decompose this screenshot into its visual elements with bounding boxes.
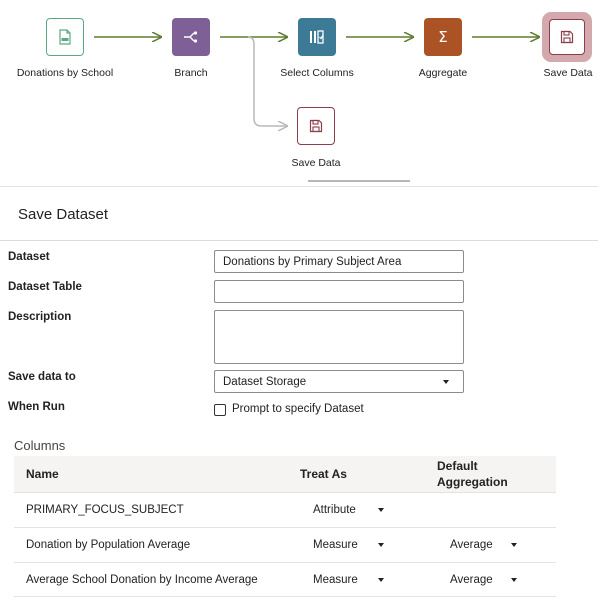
prompt-dataset-label[interactable]: Prompt to specify Dataset xyxy=(232,403,364,415)
description-label: Description xyxy=(8,311,72,323)
column-name: Average School Donation by Income Averag… xyxy=(26,574,258,586)
table-header: Name Treat As Default Aggregation xyxy=(14,456,556,492)
node-label-aggregate: Aggregate xyxy=(418,67,468,79)
data-flow-canvas: Donations by School Branch Select Column… xyxy=(0,0,598,190)
sigma-icon: Σ xyxy=(438,28,448,46)
node-label-branch: Branch xyxy=(174,67,208,79)
save-data-to-select[interactable]: Dataset Storage xyxy=(214,370,464,393)
save-data-to-value: Dataset Storage xyxy=(223,375,307,388)
node-label-select-columns: Select Columns xyxy=(280,67,354,79)
node-branch[interactable] xyxy=(172,18,210,56)
dataset-name-input[interactable]: Donations by Primary Subject Area xyxy=(214,250,464,273)
branch-icon xyxy=(184,31,198,43)
table-row: PRIMARY_FOCUS_SUBJECT Attribute xyxy=(14,492,556,527)
columns-table: Name Treat As Default Aggregation PRIMAR… xyxy=(14,456,556,597)
header-default-aggregation-line2: Aggregation xyxy=(437,475,508,489)
table-row: Donation by Population Average Measure A… xyxy=(14,527,556,562)
chevron-down-icon[interactable] xyxy=(378,578,384,582)
node-label-source: Donations by School xyxy=(16,67,114,79)
dataset-table-label: Dataset Table xyxy=(8,281,82,293)
chevron-down-icon[interactable] xyxy=(378,543,384,547)
node-select-columns[interactable] xyxy=(298,18,336,56)
node-label-save-data: Save Data xyxy=(543,67,593,79)
when-run-label: When Run xyxy=(8,401,65,413)
title-divider xyxy=(0,240,598,241)
header-default-aggregation-line1: Default xyxy=(437,459,478,473)
treat-as-select[interactable]: Attribute xyxy=(313,504,356,516)
node-donations-by-school[interactable] xyxy=(46,18,84,56)
aggregation-select[interactable]: Average xyxy=(450,539,493,551)
dataset-label: Dataset xyxy=(8,251,50,263)
node-aggregate[interactable]: Σ xyxy=(424,18,462,56)
node-save-data-selected[interactable] xyxy=(542,12,592,62)
aggregation-select[interactable]: Average xyxy=(450,574,493,586)
chevron-down-icon xyxy=(443,380,449,384)
select-columns-icon xyxy=(310,30,324,44)
description-textarea[interactable] xyxy=(214,310,464,364)
columns-section-title: Columns xyxy=(14,438,66,453)
table-row: Average School Donation by Income Averag… xyxy=(14,562,556,597)
chevron-down-icon[interactable] xyxy=(511,543,517,547)
chevron-down-icon[interactable] xyxy=(378,508,384,512)
panel-divider xyxy=(0,186,598,187)
dataset-table-input[interactable] xyxy=(214,280,464,303)
dataset-name-value: Donations by Primary Subject Area xyxy=(223,255,402,268)
prompt-dataset-checkbox[interactable] xyxy=(214,404,226,416)
save-icon xyxy=(309,119,323,133)
treat-as-select[interactable]: Measure xyxy=(313,574,358,586)
header-treat-as: Treat As xyxy=(300,467,347,481)
save-data-to-label: Save data to xyxy=(8,371,76,383)
column-name: PRIMARY_FOCUS_SUBJECT xyxy=(26,504,184,516)
header-name: Name xyxy=(26,467,59,481)
node-save-data-branch[interactable] xyxy=(297,107,335,145)
panel-resize-handle[interactable] xyxy=(308,180,410,182)
connector-branch-save2 xyxy=(247,36,287,126)
node-label-save-data-branch: Save Data xyxy=(291,157,341,169)
column-name: Donation by Population Average xyxy=(26,539,191,551)
chevron-down-icon[interactable] xyxy=(511,578,517,582)
panel-title: Save Dataset xyxy=(18,206,109,223)
csv-file-icon xyxy=(59,29,71,45)
treat-as-select[interactable]: Measure xyxy=(313,539,358,551)
save-icon xyxy=(560,30,574,44)
